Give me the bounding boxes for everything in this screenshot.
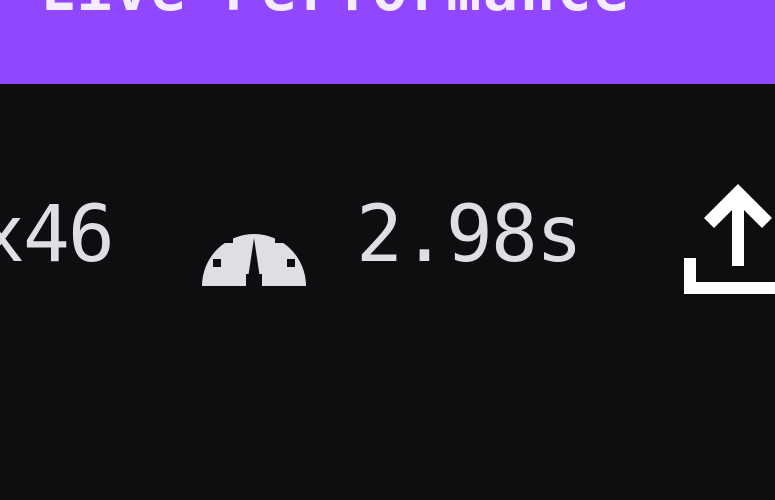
share-icon[interactable] — [680, 180, 775, 298]
banner-title: Live Performance — [40, 0, 631, 24]
top-banner: Live Performance — [0, 0, 775, 84]
gauge-icon — [202, 224, 306, 286]
latency-value: 2.98s — [356, 190, 583, 280]
stats-bar — [0, 84, 775, 500]
viewer-count: x46 — [0, 190, 115, 280]
